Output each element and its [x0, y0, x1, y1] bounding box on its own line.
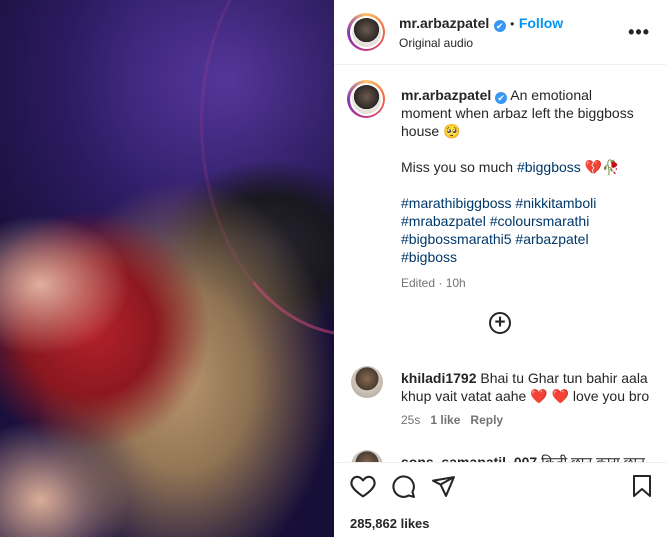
author-avatar[interactable] [347, 13, 385, 51]
likes-count[interactable]: 285,862 likes [350, 516, 430, 531]
caption-text-2: Miss you so much [401, 159, 514, 175]
edited-timestamp: Edited · 10h [401, 276, 466, 290]
caption-line2: Miss you so much #biggboss 💔🥀 [401, 158, 645, 176]
bookmark-icon[interactable] [632, 474, 652, 503]
heart-icon[interactable] [350, 474, 376, 503]
broken-heart-rose-emoji-icon: 💔🥀 [584, 159, 620, 175]
verified-badge-icon: ✔ [495, 92, 508, 104]
post-media[interactable] [0, 0, 334, 537]
author-username[interactable]: mr.arbazpatel [399, 15, 489, 31]
verified-badge-icon: ✔ [493, 20, 506, 32]
caption-hashtags: #marathibiggboss #nikkitamboli #mrabazpa… [401, 194, 645, 266]
separator-dot: • [510, 17, 515, 31]
hashtag-link[interactable]: #arbazpatel [515, 231, 588, 247]
hashtag-link[interactable]: #nikkitamboli [515, 195, 596, 211]
comment-meta: 25s 1 like Reply [401, 413, 651, 427]
caption-author-avatar[interactable] [347, 80, 385, 118]
audio-label[interactable]: Original audio [399, 36, 473, 50]
media-shade [0, 0, 334, 537]
comment-time: 25s [401, 413, 421, 427]
caption-line1: mr.arbazpatel ✔ An emotional moment when… [401, 86, 645, 140]
follow-button[interactable]: Follow [519, 15, 563, 31]
post-side-panel: mr.arbazpatel ✔ • Follow Original audio … [334, 0, 666, 538]
commenter-avatar[interactable] [351, 366, 383, 398]
hashtag-link[interactable]: #mrabazpatel [401, 213, 486, 229]
reply-button[interactable]: Reply [470, 413, 503, 427]
comment-item: khiladi1792 Bhai tu Ghar tun bahir aala … [401, 369, 651, 427]
pleading-emoji-icon: 🥺 [443, 123, 461, 139]
post-actions-bar: 285,862 likes [334, 462, 666, 538]
load-more-comments-button[interactable]: + [489, 312, 511, 334]
post-header: mr.arbazpatel ✔ • Follow Original audio … [334, 0, 666, 65]
more-options-icon[interactable]: ••• [628, 22, 650, 43]
comment-likes[interactable]: 1 like [430, 413, 460, 427]
hashtag-link[interactable]: #bigbossmarathi5 [401, 231, 512, 247]
hearts-emoji-icon: ❤️ ❤️ [530, 388, 569, 404]
hashtag-link[interactable]: #coloursmarathi [490, 213, 590, 229]
caption-username[interactable]: mr.arbazpatel [401, 87, 491, 103]
hashtag-link[interactable]: #biggboss [517, 159, 581, 175]
commenter-username[interactable]: khiladi1792 [401, 370, 477, 386]
comment-icon[interactable] [391, 474, 416, 504]
hashtag-link[interactable]: #bigboss [401, 249, 457, 265]
hashtag-link[interactable]: #marathibiggboss [401, 195, 512, 211]
share-icon[interactable] [431, 474, 456, 504]
caption: mr.arbazpatel ✔ An emotional moment when… [401, 86, 645, 290]
comment-text-tail: love you bro [572, 388, 650, 404]
comment-body: khiladi1792 Bhai tu Ghar tun bahir aala … [401, 369, 651, 405]
